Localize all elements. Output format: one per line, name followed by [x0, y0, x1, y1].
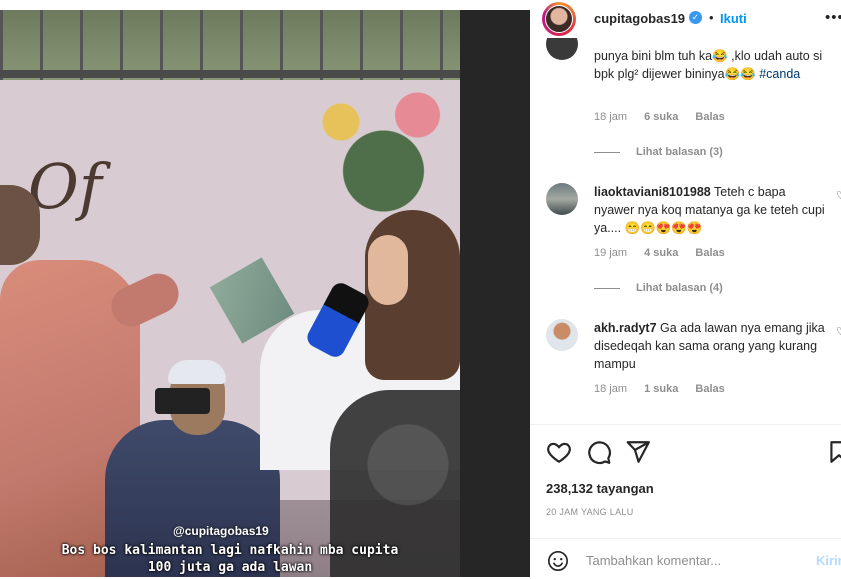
comment-like-heart-icon[interactable]: ♡ [836, 189, 841, 202]
comment-reply-button[interactable]: Balas [695, 111, 724, 123]
post-comment-button[interactable]: Kirim [816, 553, 841, 568]
video-caption: Bos bos kalimantan lagi nafkahin mba cup… [0, 542, 460, 576]
comment-reply-button[interactable]: Balas [695, 247, 724, 259]
media-gap [460, 10, 530, 577]
more-options-icon[interactable]: ••• [825, 9, 841, 26]
verified-badge-icon: ✓ [689, 11, 702, 24]
comment-bubble-icon[interactable] [586, 439, 612, 465]
comment-text: punya bini blm tuh ka😂 ,klo udah auto si… [594, 47, 826, 83]
view-replies-button[interactable]: Lihat balasan (4) [594, 282, 723, 294]
comment-avatar[interactable] [546, 319, 578, 351]
comment-time: 19 jam [594, 247, 628, 259]
comment-text: liaoktaviani8101988 Teteh c bapa nyawer … [594, 183, 826, 237]
post-side-panel: cupitagobas19 ✓ • Ikuti ••• punya bini b… [530, 0, 841, 577]
comment-likes[interactable]: 1 suka [644, 383, 678, 395]
comment-text: akh.radyt7 Ga ada lawan nya emang jika d… [594, 319, 826, 373]
post-header: cupitagobas19 ✓ • Ikuti ••• [530, 0, 841, 38]
person-center-phone [155, 388, 210, 414]
follow-button[interactable]: Ikuti [720, 11, 747, 26]
share-send-icon[interactable] [625, 439, 651, 465]
comment-avatar[interactable] [546, 183, 578, 215]
view-replies-label: Lihat balasan (3) [636, 146, 723, 158]
comment-reply-button[interactable]: Balas [695, 383, 724, 395]
add-comment-row: Kirim [530, 538, 841, 579]
comment-username[interactable]: akh.radyt7 [594, 321, 657, 335]
view-count[interactable]: 238,132 tayangan [546, 481, 654, 496]
comment-likes[interactable]: 4 suka [644, 247, 678, 259]
singer-face [368, 235, 408, 305]
comment-time: 18 jam [594, 111, 628, 123]
comments-list[interactable]: punya bini blm tuh ka😂 ,klo udah auto si… [530, 38, 841, 423]
comment-username[interactable]: liaoktaviani8101988 [594, 185, 711, 199]
separator-dot: • [709, 10, 714, 25]
save-bookmark-icon[interactable] [826, 439, 841, 465]
stage-truss-bar [0, 70, 460, 78]
author-username[interactable]: cupitagobas19 [594, 11, 685, 26]
like-heart-icon[interactable] [546, 439, 572, 465]
emoji-icon[interactable] [547, 550, 569, 572]
person-center-cap [168, 360, 226, 384]
view-replies-button[interactable]: Lihat balasan (3) [594, 146, 723, 158]
author-avatar[interactable] [542, 2, 576, 36]
person-left-head [0, 185, 40, 265]
replies-line [594, 287, 620, 289]
comment-likes[interactable]: 6 suka [644, 111, 678, 123]
post-actions: 238,132 tayangan 20 JAM YANG LALU Kirim [530, 424, 841, 579]
comment-avatar[interactable] [546, 38, 578, 60]
comment-hashtag[interactable]: #canda [759, 67, 800, 81]
comment-meta: 19 jam 4 suka Balas [594, 247, 739, 259]
flower-decoration [290, 80, 460, 220]
comment-time: 18 jam [594, 383, 628, 395]
post-time-ago: 20 JAM YANG LALU [546, 507, 634, 517]
video-caption-line1: Bos bos kalimantan lagi nafkahin mba cup… [61, 543, 399, 558]
comment-meta: 18 jam 1 suka Balas [594, 383, 739, 395]
replies-line [594, 151, 620, 153]
video-caption-handle: @cupitagobas19 [173, 524, 269, 538]
comment-meta: 18 jam 6 suka Balas [594, 111, 739, 123]
author-avatar-image [545, 5, 573, 33]
view-replies-label: Lihat balasan (4) [636, 282, 723, 294]
add-comment-input[interactable] [586, 550, 786, 570]
comment-like-heart-icon[interactable]: ♡ [836, 325, 841, 338]
post-video[interactable]: Of @cupitagobas19 Bos bos kalimantan lag… [0, 10, 460, 577]
video-caption-line2: 100 juta ga ada lawan [147, 560, 313, 575]
